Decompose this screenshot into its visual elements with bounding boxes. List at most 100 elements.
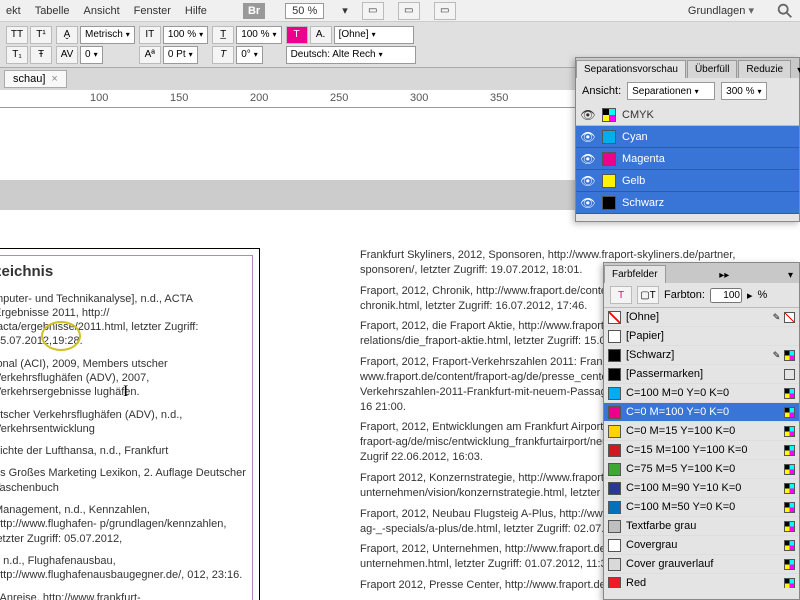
visibility-icon[interactable]: 👁 (580, 196, 596, 210)
swatch-list: [Ohne]✎[Papier][Schwarz]✎ [Passermarken] C… (604, 308, 799, 588)
swatch-row[interactable]: [Ohne]✎ (604, 308, 799, 327)
arrange-icon[interactable]: ▭ (434, 2, 456, 20)
visibility-icon[interactable]: 👁 (580, 108, 596, 122)
fill-proxy-icon[interactable]: T (610, 286, 632, 304)
view-label: Ansicht: (582, 85, 621, 97)
skew-value[interactable]: 0° (236, 46, 263, 64)
sep-zoom[interactable]: 300 % (721, 82, 766, 100)
swatch-row[interactable]: [Passermarken] (604, 365, 799, 384)
workspace-switcher[interactable]: Grundlagen (688, 5, 746, 17)
swatch-color-icon (608, 349, 621, 362)
separation-row[interactable]: 👁Cyan (576, 126, 799, 148)
strikethrough-icon[interactable]: Ŧ (30, 46, 52, 64)
swatch-name: Cover grauverlauf (626, 558, 779, 570)
search-icon[interactable] (776, 2, 794, 20)
colormode-icon (784, 559, 795, 570)
swatch-row[interactable]: Red (604, 574, 799, 588)
swatch-row[interactable]: [Papier] (604, 327, 799, 346)
swatch-name: [Passermarken] (626, 368, 779, 380)
view-mode[interactable]: Separationen (627, 82, 715, 100)
stroke-proxy-icon[interactable]: ▢T (637, 286, 659, 304)
swatch-color-icon (608, 444, 621, 457)
char-style-icon[interactable]: A. (310, 26, 332, 44)
baseline-icon[interactable]: Aª (139, 46, 161, 64)
color-swatch-icon (602, 174, 616, 188)
text-frame[interactable]: zeichnis mputer- und Technikanalyse], n.… (0, 255, 253, 600)
tab-flatten[interactable]: Reduzie (738, 60, 791, 78)
close-icon[interactable]: × (51, 73, 57, 85)
visibility-icon[interactable]: 👁 (580, 152, 596, 166)
swatch-row[interactable]: [Schwarz]✎ (604, 346, 799, 365)
paragraph: , Anreise, http://www.frankfurt-airport.… (0, 591, 246, 600)
swatch-row[interactable]: C=100 M=0 Y=0 K=0 (604, 384, 799, 403)
kerning-mode[interactable]: Metrisch (80, 26, 135, 44)
char-style[interactable]: [Ohne] (334, 26, 414, 44)
kerning-icon[interactable]: A̬ (56, 26, 78, 44)
tab-separations[interactable]: Separationsvorschau (576, 60, 686, 78)
tracking-value[interactable]: 0 (80, 46, 103, 64)
separation-row[interactable]: 👁Gelb (576, 170, 799, 192)
screen-mode-icon[interactable]: ▭ (398, 2, 420, 20)
menu-help[interactable]: Hilfe (185, 5, 207, 17)
tint-slider-icon[interactable]: ▸ (747, 289, 753, 302)
tab-trap[interactable]: Überfüll (687, 60, 737, 78)
swatch-row[interactable]: Cover grauverlauf (604, 555, 799, 574)
swatch-row[interactable]: Textfarbe grau (604, 517, 799, 536)
swatch-color-icon (608, 425, 621, 438)
menu-object[interactable]: ekt (6, 5, 21, 17)
separation-row[interactable]: 👁Magenta (576, 148, 799, 170)
swatch-row[interactable]: Covergrau (604, 536, 799, 555)
bridge-icon[interactable]: Br (243, 3, 265, 19)
colormode-icon (784, 521, 795, 532)
menu-view[interactable]: Ansicht (84, 5, 120, 17)
panel-menu-icon[interactable]: ▾ (783, 268, 798, 283)
smallcaps-icon[interactable]: T¹ (30, 26, 52, 44)
tint-label: Farbton: (664, 289, 705, 301)
superscript-icon[interactable]: TT (6, 26, 28, 44)
zoom-level[interactable]: 50 % (285, 3, 324, 19)
subscript-icon[interactable]: T₁ (6, 46, 28, 64)
swatch-name: Textfarbe grau (626, 520, 779, 532)
tint-input[interactable] (710, 288, 742, 303)
swatch-row[interactable]: C=100 M=90 Y=10 K=0 (604, 479, 799, 498)
swatch-color-icon (608, 558, 621, 571)
swatch-row[interactable]: C=0 M=15 Y=100 K=0 (604, 422, 799, 441)
colormode-icon (784, 369, 795, 380)
baseline-value[interactable]: 0 Pt (163, 46, 198, 64)
separation-row[interactable]: 👁 Schwarz (576, 192, 799, 214)
swatch-row[interactable]: C=100 M=50 Y=0 K=0 (604, 498, 799, 517)
skew-icon[interactable]: T (212, 46, 234, 64)
separation-row[interactable]: 👁CMYK (576, 104, 799, 126)
swatch-color-icon (608, 501, 621, 514)
vscale-value[interactable]: 100 % (163, 26, 208, 44)
panel-menu-icon[interactable]: ▾ (792, 63, 800, 78)
menu-table[interactable]: Tabelle (35, 5, 70, 17)
doc-tab[interactable]: schau]× (4, 70, 67, 88)
lock-icon: ✎ (771, 350, 782, 361)
fill-swatch-icon[interactable]: T (286, 26, 308, 44)
heading: zeichnis (0, 262, 246, 282)
swatch-row[interactable]: C=75 M=5 Y=100 K=0 (604, 460, 799, 479)
colormode-icon (784, 483, 795, 494)
tracking-icon[interactable]: AV (56, 46, 78, 64)
hscale-icon[interactable]: T̲ (212, 26, 234, 44)
swatch-color-icon (608, 539, 621, 552)
panel-collapse-icon[interactable]: ▸▸ (714, 268, 734, 283)
visibility-icon[interactable]: 👁 (580, 174, 596, 188)
visibility-icon[interactable]: 👁 (580, 130, 596, 144)
view-options-icon[interactable]: ▭ (362, 2, 384, 20)
tab-swatches[interactable]: Farbfelder (604, 265, 666, 283)
swatch-name: C=75 M=5 Y=100 K=0 (626, 463, 779, 475)
swatch-name: C=0 M=100 Y=0 K=0 (626, 406, 779, 418)
vscale-icon[interactable]: IT (139, 26, 161, 44)
ink-name: Schwarz (622, 197, 664, 209)
colormode-icon (784, 502, 795, 513)
colormode-icon (784, 578, 795, 589)
swatch-name: C=100 M=0 Y=0 K=0 (626, 387, 779, 399)
language[interactable]: Deutsch: Alte Rech (286, 46, 416, 64)
paragraph: mputer- und Technikanalyse], n.d., ACTA … (0, 292, 246, 349)
swatch-row[interactable]: C=15 M=100 Y=100 K=0 (604, 441, 799, 460)
swatch-row[interactable]: C=0 M=100 Y=0 K=0 (604, 403, 799, 422)
menu-window[interactable]: Fenster (134, 5, 171, 17)
hscale-value[interactable]: 100 % (236, 26, 281, 44)
